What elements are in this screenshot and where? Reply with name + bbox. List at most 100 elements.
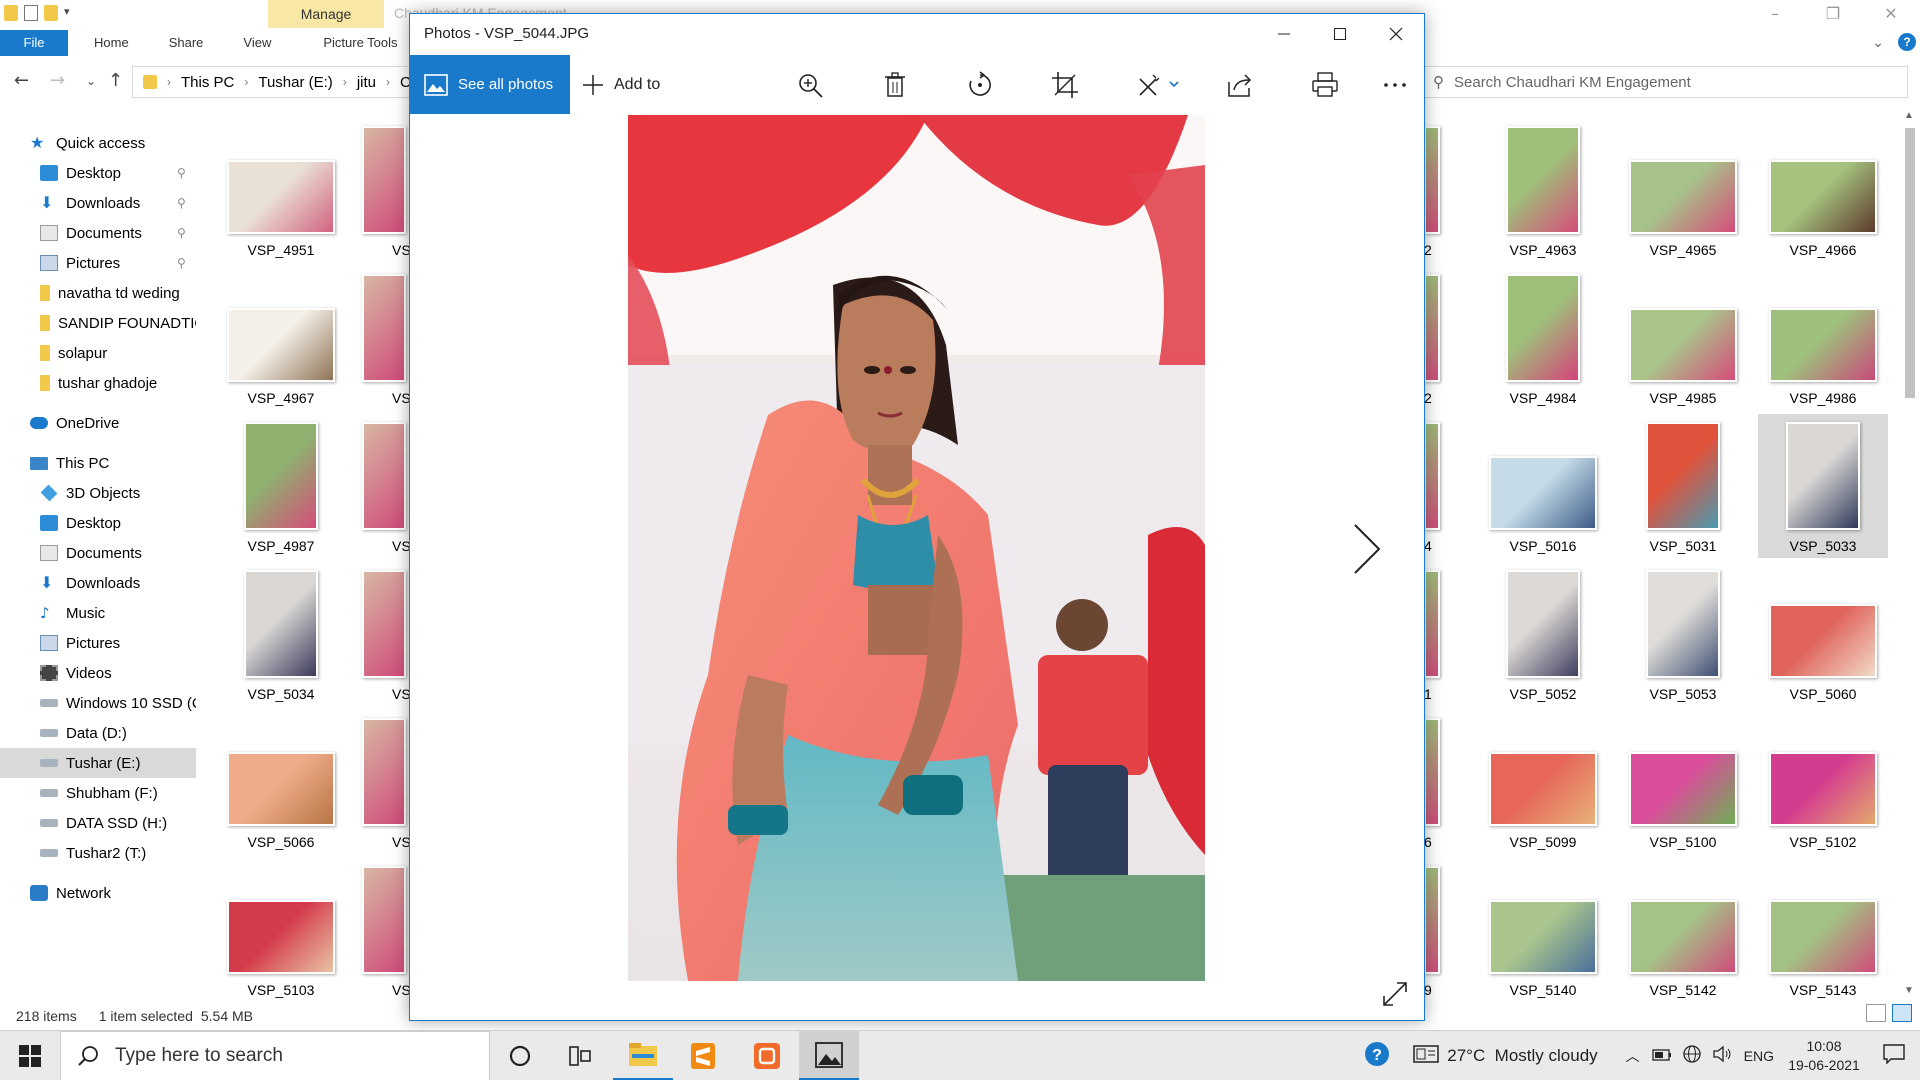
recent-locations-icon[interactable]: ⌄ xyxy=(86,74,96,88)
properties-icon[interactable] xyxy=(24,5,38,21)
chevron-right-icon[interactable]: › xyxy=(343,75,347,89)
maximize-icon[interactable] xyxy=(1312,14,1368,54)
rotate-icon[interactable] xyxy=(960,55,1000,114)
large-icons-view-icon[interactable] xyxy=(1892,1004,1912,1022)
nav-this-pc[interactable]: This PC xyxy=(0,448,196,478)
chevron-right-icon[interactable]: › xyxy=(244,75,248,89)
weather-text[interactable]: 27°C Mostly cloudy xyxy=(1447,1046,1597,1066)
file-thumbnail[interactable]: VSP_5143 xyxy=(1758,858,1888,1002)
scroll-down-icon[interactable]: ▼ xyxy=(1904,985,1914,996)
scrollbar-thumb[interactable] xyxy=(1905,128,1915,398)
nav-pc-item[interactable]: Videos xyxy=(0,658,196,688)
volume-icon[interactable] xyxy=(1712,1045,1734,1068)
xampp-icon[interactable] xyxy=(737,1031,797,1080)
manage-tab[interactable]: Manage xyxy=(268,0,384,28)
nav-onedrive[interactable]: OneDrive xyxy=(0,408,196,438)
file-thumbnail[interactable]: 6 xyxy=(1424,710,1446,854)
tab-picture-tools[interactable]: Picture Tools xyxy=(303,30,417,56)
file-thumbnail[interactable]: VSP_5066 xyxy=(216,710,346,854)
breadcrumb-item[interactable]: This PC xyxy=(181,74,234,91)
scroll-up-icon[interactable]: ▲ xyxy=(1904,110,1914,121)
nav-pc-item[interactable]: Data (D:) xyxy=(0,718,196,748)
nav-pc-item[interactable]: ♪ Music xyxy=(0,598,196,628)
add-to-button[interactable]: Add to xyxy=(582,55,660,114)
file-thumbnail[interactable]: VSP_5102 xyxy=(1758,710,1888,854)
weather-icon[interactable] xyxy=(1413,1044,1439,1069)
file-thumbnail[interactable]: VSP_5016 xyxy=(1478,414,1608,558)
chevron-right-icon[interactable]: › xyxy=(167,75,171,89)
delete-icon[interactable] xyxy=(875,55,915,114)
nav-quick-access[interactable]: ★ Quick access xyxy=(0,128,196,158)
file-thumbnail[interactable]: VSP_4985 xyxy=(1618,266,1748,410)
details-view-icon[interactable] xyxy=(1866,1004,1886,1022)
taskbar-clock[interactable]: 10:08 19-06-2021 xyxy=(1780,1037,1868,1075)
more-icon[interactable] xyxy=(1375,55,1415,114)
close-icon[interactable]: ✕ xyxy=(1862,0,1920,30)
file-thumbnail[interactable]: 2 xyxy=(1424,266,1446,410)
file-thumbnail[interactable]: VSP_4967 xyxy=(216,266,346,410)
edit-icon[interactable] xyxy=(1130,55,1190,114)
vertical-scrollbar[interactable]: ▲ ▼ xyxy=(1902,108,1918,998)
battery-icon[interactable] xyxy=(1652,1046,1672,1066)
see-all-photos-button[interactable]: See all photos xyxy=(410,55,570,114)
tab-home[interactable]: Home xyxy=(74,30,149,56)
file-thumbnail[interactable]: VSP_5053 xyxy=(1618,562,1748,706)
file-thumbnail[interactable]: VSP_5103 xyxy=(216,858,346,1002)
nav-quick-item[interactable]: Documents ⚲ xyxy=(0,218,196,248)
full-screen-icon[interactable] xyxy=(1380,979,1410,1009)
nav-pc-item[interactable]: Windows 10 SSD (C xyxy=(0,688,196,718)
photos-taskbar-icon[interactable] xyxy=(799,1031,859,1080)
file-thumbnail[interactable]: VSP_4951 xyxy=(216,118,346,262)
nav-quick-item[interactable]: SANDIP FOUNADTIO xyxy=(0,308,196,338)
new-folder-icon[interactable] xyxy=(44,5,58,21)
file-thumbnail[interactable]: VSP_4965 xyxy=(1618,118,1748,262)
nav-pc-item[interactable]: ⬇ Downloads xyxy=(0,568,196,598)
file-thumbnail[interactable]: VSP_4966 xyxy=(1758,118,1888,262)
expand-ribbon-icon[interactable]: ⌄ xyxy=(1872,34,1884,51)
next-photo-arrow-icon[interactable] xyxy=(1345,519,1385,579)
minimize-icon[interactable] xyxy=(1256,14,1312,54)
close-icon[interactable] xyxy=(1368,14,1424,54)
file-thumbnail[interactable]: VSP_5060 xyxy=(1758,562,1888,706)
file-thumbnail[interactable]: VSP_5031 xyxy=(1618,414,1748,558)
zoom-icon[interactable] xyxy=(790,55,830,114)
file-thumbnail[interactable]: VSP_5033 xyxy=(1758,414,1888,558)
nav-network[interactable]: Network xyxy=(0,878,196,908)
crop-icon[interactable] xyxy=(1045,55,1085,114)
file-thumbnail[interactable]: VSP_4963 xyxy=(1478,118,1608,262)
share-icon[interactable] xyxy=(1220,55,1260,114)
up-icon[interactable]: ↑ xyxy=(108,70,123,91)
file-thumbnail[interactable]: 9 xyxy=(1424,858,1446,1002)
network-icon[interactable] xyxy=(1682,1044,1702,1069)
nav-pc-item[interactable]: Pictures xyxy=(0,628,196,658)
back-icon[interactable]: ← xyxy=(14,70,29,91)
nav-pc-item[interactable]: DATA SSD (H:) xyxy=(0,808,196,838)
file-thumbnail[interactable]: VSP_5100 xyxy=(1618,710,1748,854)
file-thumbnail[interactable]: 1 xyxy=(1424,562,1446,706)
file-thumbnail[interactable]: VS xyxy=(360,562,411,706)
file-thumbnail[interactable]: VSP_4987 xyxy=(216,414,346,558)
chevron-right-icon[interactable]: › xyxy=(386,75,390,89)
file-thumbnail[interactable]: VSP_5142 xyxy=(1618,858,1748,1002)
breadcrumb-item[interactable]: Tushar (E:) xyxy=(258,74,332,91)
help-tray-icon[interactable]: ? xyxy=(1363,1040,1391,1073)
tab-view[interactable]: View xyxy=(223,30,291,56)
search-input[interactable]: ⚲ Search Chaudhari KM Engagement xyxy=(1420,66,1908,98)
file-thumbnail[interactable]: VS xyxy=(360,710,411,854)
nav-quick-item[interactable]: ⬇ Downloads ⚲ xyxy=(0,188,196,218)
file-thumbnail[interactable]: 2 xyxy=(1424,118,1446,262)
file-thumbnail[interactable]: VS xyxy=(360,414,411,558)
nav-pc-item[interactable]: Shubham (F:) xyxy=(0,778,196,808)
file-thumbnail[interactable]: 4 xyxy=(1424,414,1446,558)
tab-file[interactable]: File xyxy=(0,30,68,56)
tab-share[interactable]: Share xyxy=(149,30,224,56)
file-thumbnail[interactable]: VS xyxy=(360,266,411,410)
file-thumbnail[interactable]: VSP_4984 xyxy=(1478,266,1608,410)
file-thumbnail[interactable]: VSP_5099 xyxy=(1478,710,1608,854)
help-icon[interactable]: ? xyxy=(1898,33,1916,51)
start-button[interactable] xyxy=(0,1031,60,1080)
file-thumbnail[interactable]: VSP_4986 xyxy=(1758,266,1888,410)
nav-pc-item[interactable]: 3D Objects xyxy=(0,478,196,508)
file-explorer-taskbar-icon[interactable] xyxy=(613,1031,673,1080)
nav-quick-item[interactable]: tushar ghadoje xyxy=(0,368,196,398)
